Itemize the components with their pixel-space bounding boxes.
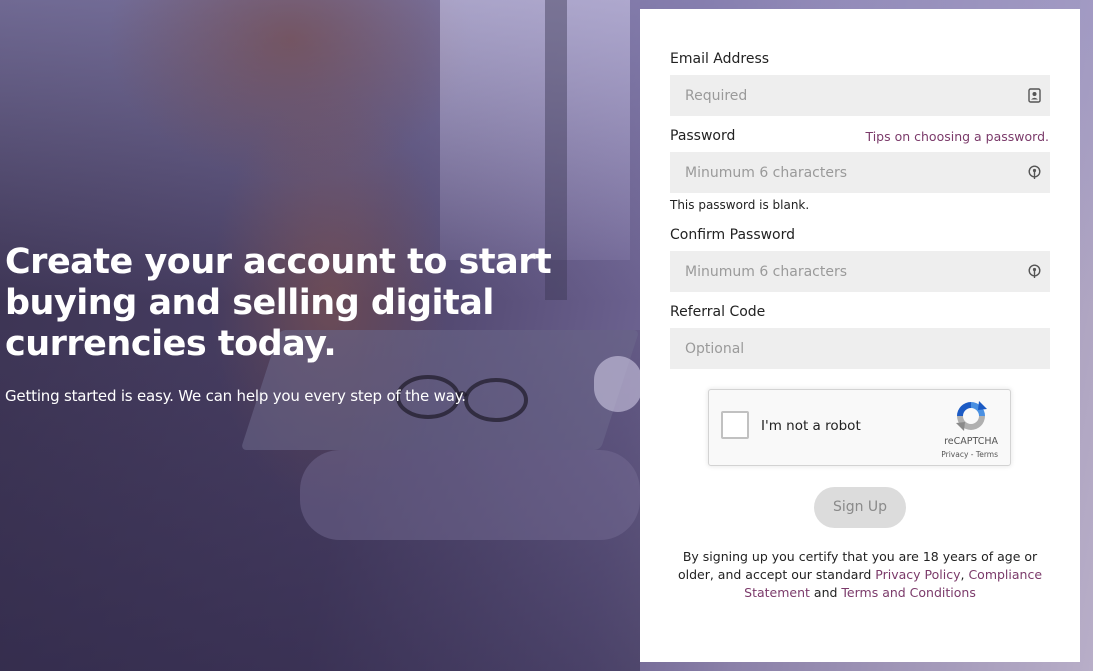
signup-disclaimer: By signing up you certify that you are 1… <box>670 548 1050 602</box>
referral-code-input[interactable] <box>670 328 1010 369</box>
password-error: This password is blank. <box>670 198 810 212</box>
password-label: Password <box>670 128 736 144</box>
email-input[interactable] <box>670 75 1010 116</box>
lock-icon <box>1028 165 1041 179</box>
referral-code-label: Referral Code <box>670 304 766 320</box>
password-tips-link[interactable]: Tips on choosing a password. <box>865 129 1049 144</box>
background-arm <box>300 450 640 540</box>
background-window <box>440 0 630 260</box>
sign-up-button[interactable]: Sign Up <box>814 487 906 528</box>
recaptcha-brand: reCAPTCHA <box>944 436 998 447</box>
privacy-policy-link[interactable]: Privacy Policy <box>875 567 960 582</box>
lock-icon <box>1028 264 1041 278</box>
password-field[interactable] <box>670 152 1050 193</box>
contact-card-icon <box>1028 88 1041 103</box>
email-label: Email Address <box>670 51 770 67</box>
recaptcha-privacy-link[interactable]: Privacy <box>941 450 968 459</box>
recaptcha-logo-icon <box>956 401 987 431</box>
hero-title: Create your account to start buying and … <box>5 242 552 364</box>
recaptcha-checkbox[interactable] <box>721 411 749 439</box>
confirm-password-field[interactable] <box>670 251 1050 292</box>
confirm-password-label: Confirm Password <box>670 227 796 243</box>
confirm-password-input[interactable] <box>670 251 1010 292</box>
recaptcha-label: I'm not a robot <box>761 418 861 434</box>
recaptcha-links: Privacy - Terms <box>941 450 998 459</box>
recaptcha-widget: I'm not a robot reCAPTCHA Privacy - Term… <box>708 389 1011 466</box>
recaptcha-terms-link[interactable]: Terms <box>976 450 998 459</box>
hero-subtitle: Getting started is easy. We can help you… <box>5 387 466 405</box>
password-input[interactable] <box>670 152 1010 193</box>
terms-and-conditions-link[interactable]: Terms and Conditions <box>841 585 975 600</box>
referral-code-field[interactable] <box>670 328 1050 369</box>
disclaimer-and: and <box>809 585 842 600</box>
signup-panel: Email Address Password Tips on choosing … <box>640 9 1080 662</box>
email-field[interactable] <box>670 75 1050 116</box>
recaptcha-links-separator: - <box>970 450 974 459</box>
